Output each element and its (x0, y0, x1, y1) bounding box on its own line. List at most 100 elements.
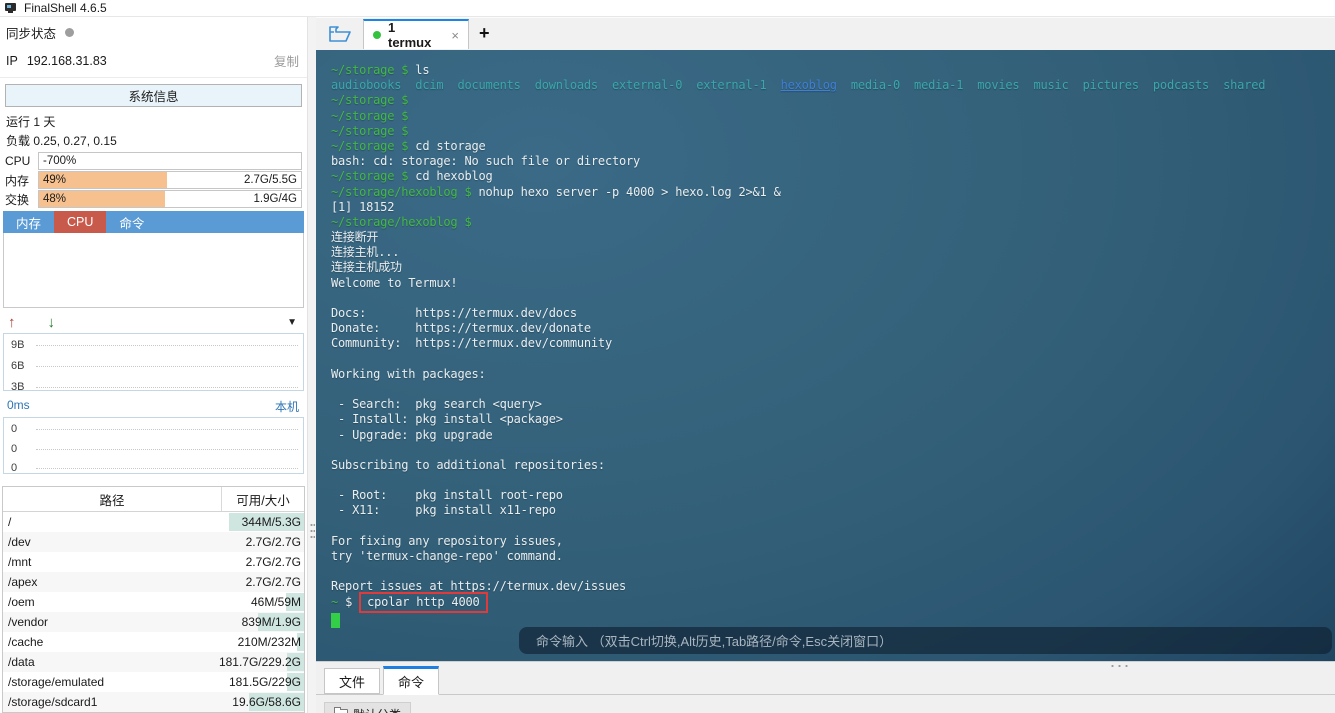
disk-usage-value: 344M/5.3G (242, 512, 301, 532)
disk-path: / (3, 515, 221, 529)
chart-tab-内存[interactable]: 内存 (3, 211, 54, 233)
meter-bar: 49%2.7G/5.5G (38, 171, 302, 189)
axis-tick-label: 6B (11, 360, 29, 372)
disk-table-row[interactable]: /cache210M/232M (3, 632, 304, 652)
terminal-line: ~/storage $ cd storage (331, 139, 1335, 154)
axis-tick-label: 3B (11, 381, 29, 393)
disk-table-row[interactable]: / 344M/5.3G (3, 512, 304, 532)
disk-path: /dev (3, 535, 221, 549)
terminal-text: Donate: https://termux.dev/donate (331, 321, 591, 335)
host-label[interactable]: 本机 (275, 398, 299, 415)
terminal-text: ~/storage/hexoblog $ (331, 215, 472, 229)
copy-ip-link[interactable]: 复制 (274, 51, 299, 70)
grid-line (36, 366, 298, 367)
meter-row: CPU-700% (5, 153, 302, 169)
bottom-panel: 文件命令 默认分类 (316, 661, 1335, 713)
system-info-button[interactable]: 系统信息 (5, 84, 302, 107)
tab-termux[interactable]: 1 termux × (363, 19, 469, 49)
terminal-line (331, 473, 1335, 488)
terminal-line: 连接主机... (331, 245, 1335, 260)
meter-row: 内存49%2.7G/5.5G (5, 172, 302, 188)
disk-usage-cell: 181.5G/229G (221, 672, 304, 692)
terminal-text: 连接断开 (331, 230, 378, 244)
command-input-bar[interactable]: 命令输入 （双击Ctrl切换,Alt历史,Tab路径/命令,Esc关闭窗口） (519, 627, 1332, 654)
terminal-text: ~/storage $ (331, 93, 408, 107)
terminal-line (331, 291, 1335, 306)
open-folder-icon[interactable] (328, 24, 352, 44)
terminal-line (331, 443, 1335, 458)
connection-status-dot-icon (373, 31, 381, 39)
disk-usage-value: 181.7G/229.2G (219, 652, 301, 672)
terminal-text: cd hexoblog (415, 169, 492, 183)
resource-meters: CPU-700%内存49%2.7G/5.5G交换48%1.9G/4G (0, 153, 307, 207)
disk-column-path[interactable]: 路径 (3, 487, 222, 511)
bottom-tab-文件[interactable]: 文件 (324, 668, 380, 694)
terminal-line (331, 564, 1335, 579)
grid-line (36, 449, 298, 450)
terminal-line: - X11: pkg install x11-repo (331, 503, 1335, 518)
disk-table-row[interactable]: /storage/sdcard119.6G/58.6G (3, 692, 304, 712)
grid-row: 6B (4, 360, 298, 372)
disk-table-row[interactable]: /data181.7G/229.2G (3, 652, 304, 672)
disk-path: /cache (3, 635, 221, 649)
sync-status-label: 同步状态 (6, 23, 56, 42)
terminal-line: 连接主机成功 (331, 260, 1335, 275)
chart-tab-命令[interactable]: 命令 (106, 211, 157, 233)
download-arrow-icon: ↓ (48, 314, 56, 331)
disk-path: /vendor (3, 615, 221, 629)
terminal-text: - Install: pkg install <package> (331, 412, 563, 426)
terminal-text: cd storage (415, 139, 485, 153)
bottom-tab-bar: 文件命令 (324, 666, 439, 694)
close-icon[interactable]: × (451, 28, 459, 43)
annotated-command: cpolar http 4000 (359, 592, 487, 613)
disk-path: /mnt (3, 555, 221, 569)
terminal-text: [1] 18152 (331, 200, 394, 214)
chart-tab-CPU[interactable]: CPU (54, 211, 106, 233)
disk-column-size[interactable]: 可用/大小 (222, 487, 304, 511)
terminal-text: ls (415, 63, 429, 77)
disk-table-row[interactable]: /oem46M/59M (3, 592, 304, 612)
meter-bar: -700% (38, 152, 302, 170)
app-window: FinalShell 4.6.5 同步状态 IP 192.168.31.83 复… (0, 0, 1335, 713)
ip-label: IP (6, 54, 18, 68)
ping-chart: 000 (3, 417, 304, 474)
terminal-text: ~/storage $ (331, 63, 415, 77)
disk-table-row[interactable]: /mnt2.7G/2.7G (3, 552, 304, 572)
chevron-down-icon[interactable]: ▼ (287, 317, 297, 328)
upload-arrow-icon: ↑ (8, 314, 16, 331)
terminal-line: - Install: pkg install <package> (331, 412, 1335, 427)
grid-line (36, 429, 298, 430)
meter-label: CPU (5, 154, 38, 168)
terminal-line: Subscribing to additional repositories: (331, 458, 1335, 473)
disk-usage-cell: 2.7G/2.7G (221, 572, 304, 592)
terminal-line: ~ $ cpolar http 4000 (331, 595, 1335, 610)
terminal-line: ~/storage $ (331, 93, 1335, 108)
vertical-splitter[interactable] (308, 17, 316, 713)
meter-percent-text: 48% (43, 191, 66, 207)
disk-path: /storage/emulated (3, 675, 221, 689)
terminal-text: hexoblog (781, 78, 837, 92)
disk-table-row[interactable]: /vendor839M/1.9G (3, 612, 304, 632)
disk-table-row[interactable]: /dev2.7G/2.7G (3, 532, 304, 552)
disk-usage-value: 181.5G/229G (229, 672, 301, 692)
add-tab-button[interactable]: + (479, 23, 490, 44)
terminal-text: bash: cd: storage: No such file or direc… (331, 154, 640, 168)
folder-icon (334, 709, 348, 713)
disk-usage-cell: 2.7G/2.7G (221, 532, 304, 552)
disk-table-row[interactable]: /apex2.7G/2.7G (3, 572, 304, 592)
horizontal-splitter-grip-icon[interactable] (1109, 664, 1129, 668)
default-category-button[interactable]: 默认分类 (324, 702, 411, 713)
terminal-text: - X11: pkg install x11-repo (331, 503, 556, 517)
divider (316, 694, 1335, 695)
terminal-text: ~ (331, 595, 345, 609)
window-title: FinalShell 4.6.5 (24, 1, 107, 15)
bottom-tab-命令[interactable]: 命令 (383, 666, 439, 695)
axis-tick-label: 0 (11, 443, 29, 455)
terminal-line: bash: cd: storage: No such file or direc… (331, 154, 1335, 169)
disk-table-row[interactable]: /storage/emulated 181.5G/229G (3, 672, 304, 692)
grid-line (36, 387, 298, 388)
terminal-line: audiobooks dcim documents downloads exte… (331, 78, 1335, 93)
terminal-text: Working with packages: (331, 367, 486, 381)
terminal-text: ~/storage $ (331, 109, 408, 123)
terminal-view[interactable]: ~/storage $ lsaudiobooks dcim documents … (316, 50, 1335, 661)
